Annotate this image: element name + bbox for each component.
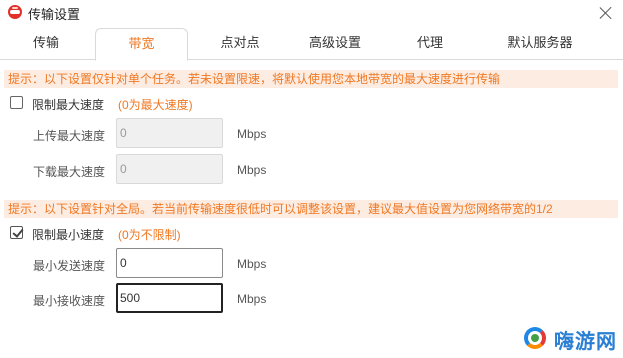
min-receive-speed-input[interactable] (116, 283, 223, 313)
min-speed-note: (0为不限制) (118, 228, 181, 242)
upload-unit-label: Mbps (237, 127, 267, 141)
global-hint: 提示：以下设置针对全局。若当前传输速度很低时可以调整该设置，建议最大值设置为您网… (4, 200, 618, 218)
limit-max-speed-checkbox[interactable] (10, 96, 23, 109)
min-send-speed-input[interactable] (116, 248, 223, 278)
watermark: 嗨游网 (522, 324, 617, 354)
limit-min-speed-label: 限制最小速度 (32, 228, 105, 242)
tab-default-server[interactable]: 默认服务器 (480, 28, 600, 60)
window-title: 传输设置 (28, 7, 81, 22)
limit-max-speed-label: 限制最大速度 (32, 98, 105, 112)
limit-min-speed-checkbox[interactable] (10, 226, 23, 239)
tab-advanced[interactable]: 高级设置 (295, 28, 375, 60)
tab-bar: 传输 带宽 点对点 高级设置 代理 默认服务器 (0, 28, 623, 61)
per-task-hint: 提示：以下设置仅针对单个任务。若未设置限速，将默认使用您本地带宽的最大速度进行传… (4, 70, 618, 88)
watermark-text: 嗨游网 (554, 328, 617, 353)
haiyou-logo-icon (522, 325, 550, 353)
receive-unit-label: Mbps (237, 292, 267, 306)
tab-transfer[interactable]: 传输 (10, 28, 82, 60)
title-bar: 传输设置 (0, 0, 623, 26)
tab-p2p[interactable]: 点对点 (200, 28, 280, 60)
upload-max-speed-label: 上传最大速度 (33, 129, 106, 143)
download-max-speed-label: 下载最大速度 (33, 165, 106, 179)
send-unit-label: Mbps (237, 257, 267, 271)
app-logo-icon (8, 5, 22, 19)
download-max-speed-input[interactable] (116, 154, 223, 184)
close-button[interactable] (595, 2, 617, 24)
upload-max-speed-input[interactable] (116, 118, 223, 148)
max-speed-note: (0为最大速度) (118, 98, 193, 112)
tab-bandwidth[interactable]: 带宽 (95, 28, 188, 61)
tab-proxy[interactable]: 代理 (398, 28, 462, 60)
min-send-speed-label: 最小发送速度 (33, 259, 106, 273)
min-receive-speed-label: 最小接收速度 (33, 294, 106, 308)
download-unit-label: Mbps (237, 163, 267, 177)
